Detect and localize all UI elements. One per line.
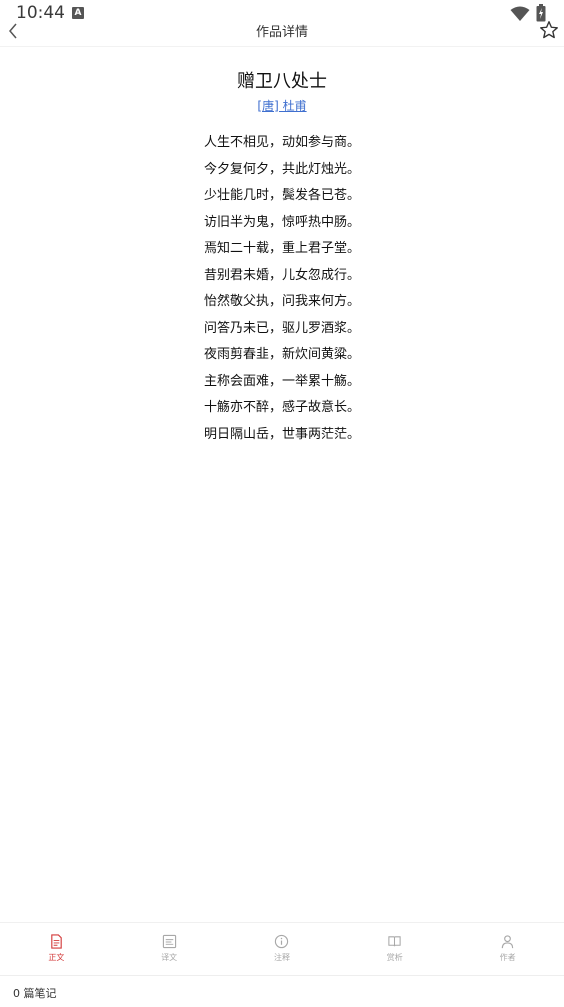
poem-line: 访旧半为鬼，惊呼热中肠。 bbox=[203, 214, 360, 230]
app-header: 作品详情 bbox=[0, 16, 564, 47]
notes-bar[interactable]: 0 篇笔记 bbox=[0, 975, 564, 1007]
poem-line: 十觞亦不醉，感子故意长。 bbox=[203, 400, 360, 415]
poem-line: 少壮能几时，鬓发各已苍。 bbox=[203, 188, 360, 203]
poem-title: 赠卫八处士 bbox=[237, 71, 327, 92]
poem-line: 问答乃未已，驱儿罗酒浆。 bbox=[203, 320, 360, 336]
book-icon bbox=[388, 936, 401, 947]
tab-label: 译文 bbox=[161, 953, 178, 962]
poem-line: 人生不相见，动如参与商。 bbox=[203, 135, 360, 150]
tab-label: 注释 bbox=[273, 953, 290, 962]
notes-count: 0 篇笔记 bbox=[13, 987, 57, 1000]
info-icon bbox=[275, 934, 289, 949]
person-icon bbox=[501, 935, 514, 949]
tab-translation[interactable]: 译文 bbox=[113, 923, 226, 975]
poem-line: 焉知二十载，重上君子堂。 bbox=[203, 241, 360, 256]
tab-author[interactable]: 作者 bbox=[451, 923, 564, 975]
poem-line: 主称会面难，一举累十觞。 bbox=[203, 373, 360, 389]
poem-line: 昔别君未婚，儿女忽成行。 bbox=[203, 267, 360, 283]
tab-label: 正文 bbox=[48, 953, 65, 962]
bottom-tab-bar: 正文 译文 注释 赏析 作者 bbox=[0, 922, 564, 975]
page-title: 作品详情 bbox=[255, 25, 308, 40]
poem-line: 今夕复何夕，共此灯烛光。 bbox=[203, 161, 360, 177]
poem-line: 夜雨剪春韭，新炊间黄粱。 bbox=[203, 347, 360, 362]
translate-icon bbox=[162, 934, 176, 949]
star-outline-icon[interactable] bbox=[538, 19, 560, 41]
tab-label: 作者 bbox=[499, 953, 516, 962]
poem-line: 明日隔山岳，世事两茫茫。 bbox=[203, 426, 360, 442]
poem-line: 怡然敬父执，问我来何方。 bbox=[203, 294, 360, 309]
tab-text[interactable]: 正文 bbox=[0, 923, 113, 975]
tab-notes[interactable]: 注释 bbox=[226, 923, 339, 975]
tab-label: 赏析 bbox=[386, 953, 403, 962]
poem-author-link[interactable]: [唐] 杜甫 bbox=[0, 97, 564, 114]
poem-body: 人生不相见，动如参与商。 今夕复何夕，共此灯烛光。 少壮能几时，鬓发各已苍。 访… bbox=[0, 133, 564, 451]
tab-appreciation[interactable]: 赏析 bbox=[338, 923, 451, 975]
document-icon bbox=[51, 934, 62, 949]
